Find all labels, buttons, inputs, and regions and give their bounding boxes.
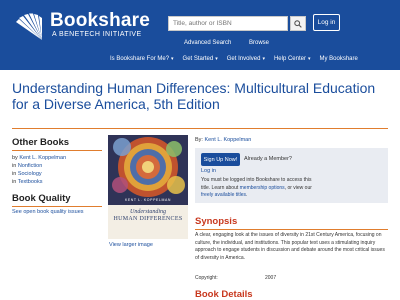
site-header: Bookshare A BENETECH INITIATIVE Log in A…	[0, 0, 400, 70]
chevron-down-icon: ▾	[262, 56, 265, 62]
copyright-value: 2007	[265, 275, 277, 281]
synopsis-divider	[195, 229, 388, 230]
browse-link[interactable]: Browse	[249, 40, 269, 46]
nav-label: My Bookshare	[319, 56, 358, 62]
search-icon	[294, 19, 302, 28]
page-title: Understanding Human Differences: Multicu…	[12, 80, 376, 112]
category-link-sociology[interactable]: Sociology	[18, 171, 42, 177]
access-text-end: .	[246, 192, 248, 198]
byline-prefix: By:	[195, 137, 203, 143]
other-books-heading: Other Books	[12, 137, 70, 148]
list-item: in Sociology	[12, 170, 66, 178]
list-item: in Textbooks	[12, 178, 66, 186]
quality-issues-link[interactable]: See open book quality issues	[12, 209, 84, 215]
cover-author-text: KENT L. KOPPELMAN	[124, 198, 172, 202]
login-button[interactable]: Log in	[313, 14, 340, 31]
list-item-prefix: in	[12, 179, 17, 185]
other-books-divider	[12, 150, 102, 151]
advanced-search-link[interactable]: Advanced Search	[184, 40, 231, 46]
book-quality-heading: Book Quality	[12, 193, 71, 204]
access-message: You must be logged into Bookshare to acc…	[201, 177, 321, 200]
cover-title-line2: HUMAN DIFFERENCES	[113, 216, 183, 222]
cover-title-line1: Understanding	[130, 209, 166, 215]
nav-label: Get Involved	[226, 56, 261, 62]
list-item: in Nonfiction	[12, 162, 66, 170]
nav-label: Help Center	[273, 56, 306, 62]
other-books-list: by Kent L. Koppelman in Nonfiction in So…	[12, 154, 66, 186]
main-nav: Is Bookshare For Me? ▾ Get Started ▾ Get I…	[110, 56, 367, 62]
chevron-down-icon: ▾	[307, 56, 311, 62]
search-button[interactable]	[290, 16, 306, 31]
sign-up-button[interactable]: Sign Up Now!	[201, 153, 240, 166]
author-link[interactable]: Kent L. Koppelman	[19, 155, 66, 161]
author-byline-link[interactable]: Kent L. Koppelman	[204, 137, 251, 143]
bookshare-logo-icon[interactable]	[12, 12, 48, 42]
logo-name[interactable]: Bookshare	[50, 10, 150, 32]
nav-is-bookshare-for-me[interactable]: Is Bookshare For Me? ▾	[110, 56, 174, 62]
nav-label: Is Bookshare For Me?	[110, 56, 170, 62]
signup-panel: Sign Up Now! Already a Member? Log in Yo…	[195, 148, 388, 203]
search-input[interactable]	[168, 16, 288, 31]
chevron-down-icon: ▾	[215, 56, 218, 62]
list-item-prefix: by	[12, 155, 18, 161]
byline: By: Kent L. Koppelman	[195, 137, 251, 143]
category-link-nonfiction[interactable]: Nonfiction	[18, 163, 42, 169]
list-item-prefix: in	[12, 163, 17, 169]
already-member-text: Already a Member?	[244, 156, 292, 162]
synopsis-heading: Synopsis	[195, 216, 238, 227]
copyright-label: Copyright:	[195, 275, 218, 281]
list-item-prefix: in	[12, 171, 17, 177]
synopsis-text: A clear, engaging look at the issues of …	[195, 232, 385, 261]
nav-help-center[interactable]: Help Center ▾	[274, 56, 311, 62]
title-divider	[12, 128, 388, 129]
book-details-heading: Book Details	[195, 289, 253, 300]
category-link-textbooks[interactable]: Textbooks	[18, 179, 43, 185]
free-titles-link[interactable]: freely available titles	[201, 192, 246, 198]
nav-get-started[interactable]: Get Started ▾	[183, 56, 218, 62]
access-text-middle: , or view our	[284, 184, 312, 191]
chevron-down-icon: ▾	[171, 56, 174, 62]
book-quality-divider	[12, 206, 102, 207]
nav-my-bookshare[interactable]: My Bookshare	[319, 56, 357, 62]
membership-options-link[interactable]: membership options	[240, 185, 285, 191]
nav-get-involved[interactable]: Get Involved ▾	[227, 56, 265, 62]
list-item: by Kent L. Koppelman	[12, 154, 66, 162]
book-cover-image[interactable]: KENT L. KOPPELMAN Understanding HUMAN DI…	[108, 135, 188, 239]
nav-label: Get Started	[182, 56, 214, 62]
cover-artwork	[108, 135, 188, 205]
login-link[interactable]: Log in	[201, 168, 216, 174]
view-larger-image-link[interactable]: View larger image	[109, 242, 153, 248]
logo-subtitle: A BENETECH INITIATIVE	[52, 31, 142, 38]
